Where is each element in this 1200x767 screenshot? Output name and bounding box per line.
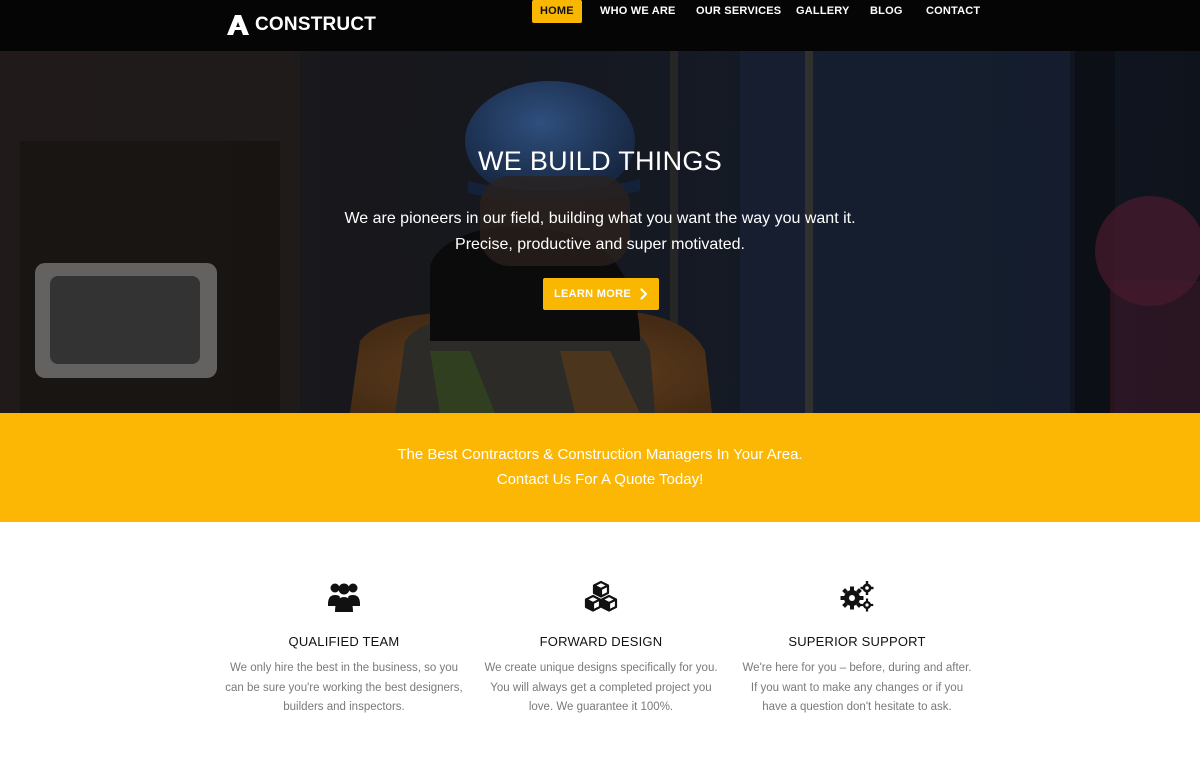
hero-subtitle-line1: We are pioneers in our field, building w… [344, 210, 856, 227]
team-icon [328, 583, 360, 612]
learn-more-button[interactable]: LEARN MORE [543, 278, 659, 310]
banner-line1: The Best Contractors & Construction Mana… [397, 446, 803, 463]
hero-title: WE BUILD THINGS [477, 146, 723, 176]
top-navbar: CONSTRUCT HOME WHO WE ARE OUR SERVICES G… [0, 0, 1200, 51]
a-logo-icon [227, 15, 249, 35]
nav-blog[interactable]: BLOG [862, 0, 911, 23]
banner-line2: Contact Us For A Quote Today! [496, 471, 704, 488]
feature-title: QUALIFIED TEAM [288, 634, 400, 649]
feature-description: We're here for you – before, during and … [742, 662, 972, 713]
feature-qualified-team: QUALIFIED TEAM We only hire the best in … [219, 578, 469, 718]
feature-title: FORWARD DESIGN [539, 634, 663, 649]
nav-who-we-are[interactable]: WHO WE ARE [592, 0, 684, 23]
hero-subtitle: We are pioneers in our field, building w… [0, 206, 1200, 258]
hero-section: WE BUILD THINGS We are pioneers in our f… [0, 51, 1200, 413]
feature-forward-design: FORWARD DESIGN We create unique designs … [476, 578, 726, 718]
learn-more-label: LEARN MORE [554, 288, 631, 300]
gears-icon [840, 581, 874, 612]
nav-home[interactable]: HOME [532, 0, 582, 23]
chevron-right-icon [640, 288, 648, 300]
feature-title: SUPERIOR SUPPORT [788, 634, 926, 649]
brand-name: CONSTRUCT [255, 14, 377, 35]
nav-gallery[interactable]: GALLERY [788, 0, 858, 23]
feature-superior-support: SUPERIOR SUPPORT We're here for you – be… [732, 578, 982, 718]
brand-logo[interactable]: CONSTRUCT [227, 14, 376, 36]
feature-description: We only hire the best in the business, s… [225, 662, 463, 713]
feature-description: We create unique designs specifically fo… [484, 662, 718, 713]
nav-contact[interactable]: CONTACT [918, 0, 988, 23]
hero-subtitle-line2: Precise, productive and super motivated. [455, 236, 745, 253]
cta-banner: The Best Contractors & Construction Mana… [0, 413, 1200, 522]
cubes-icon [584, 580, 618, 612]
nav-our-services[interactable]: OUR SERVICES [688, 0, 789, 23]
